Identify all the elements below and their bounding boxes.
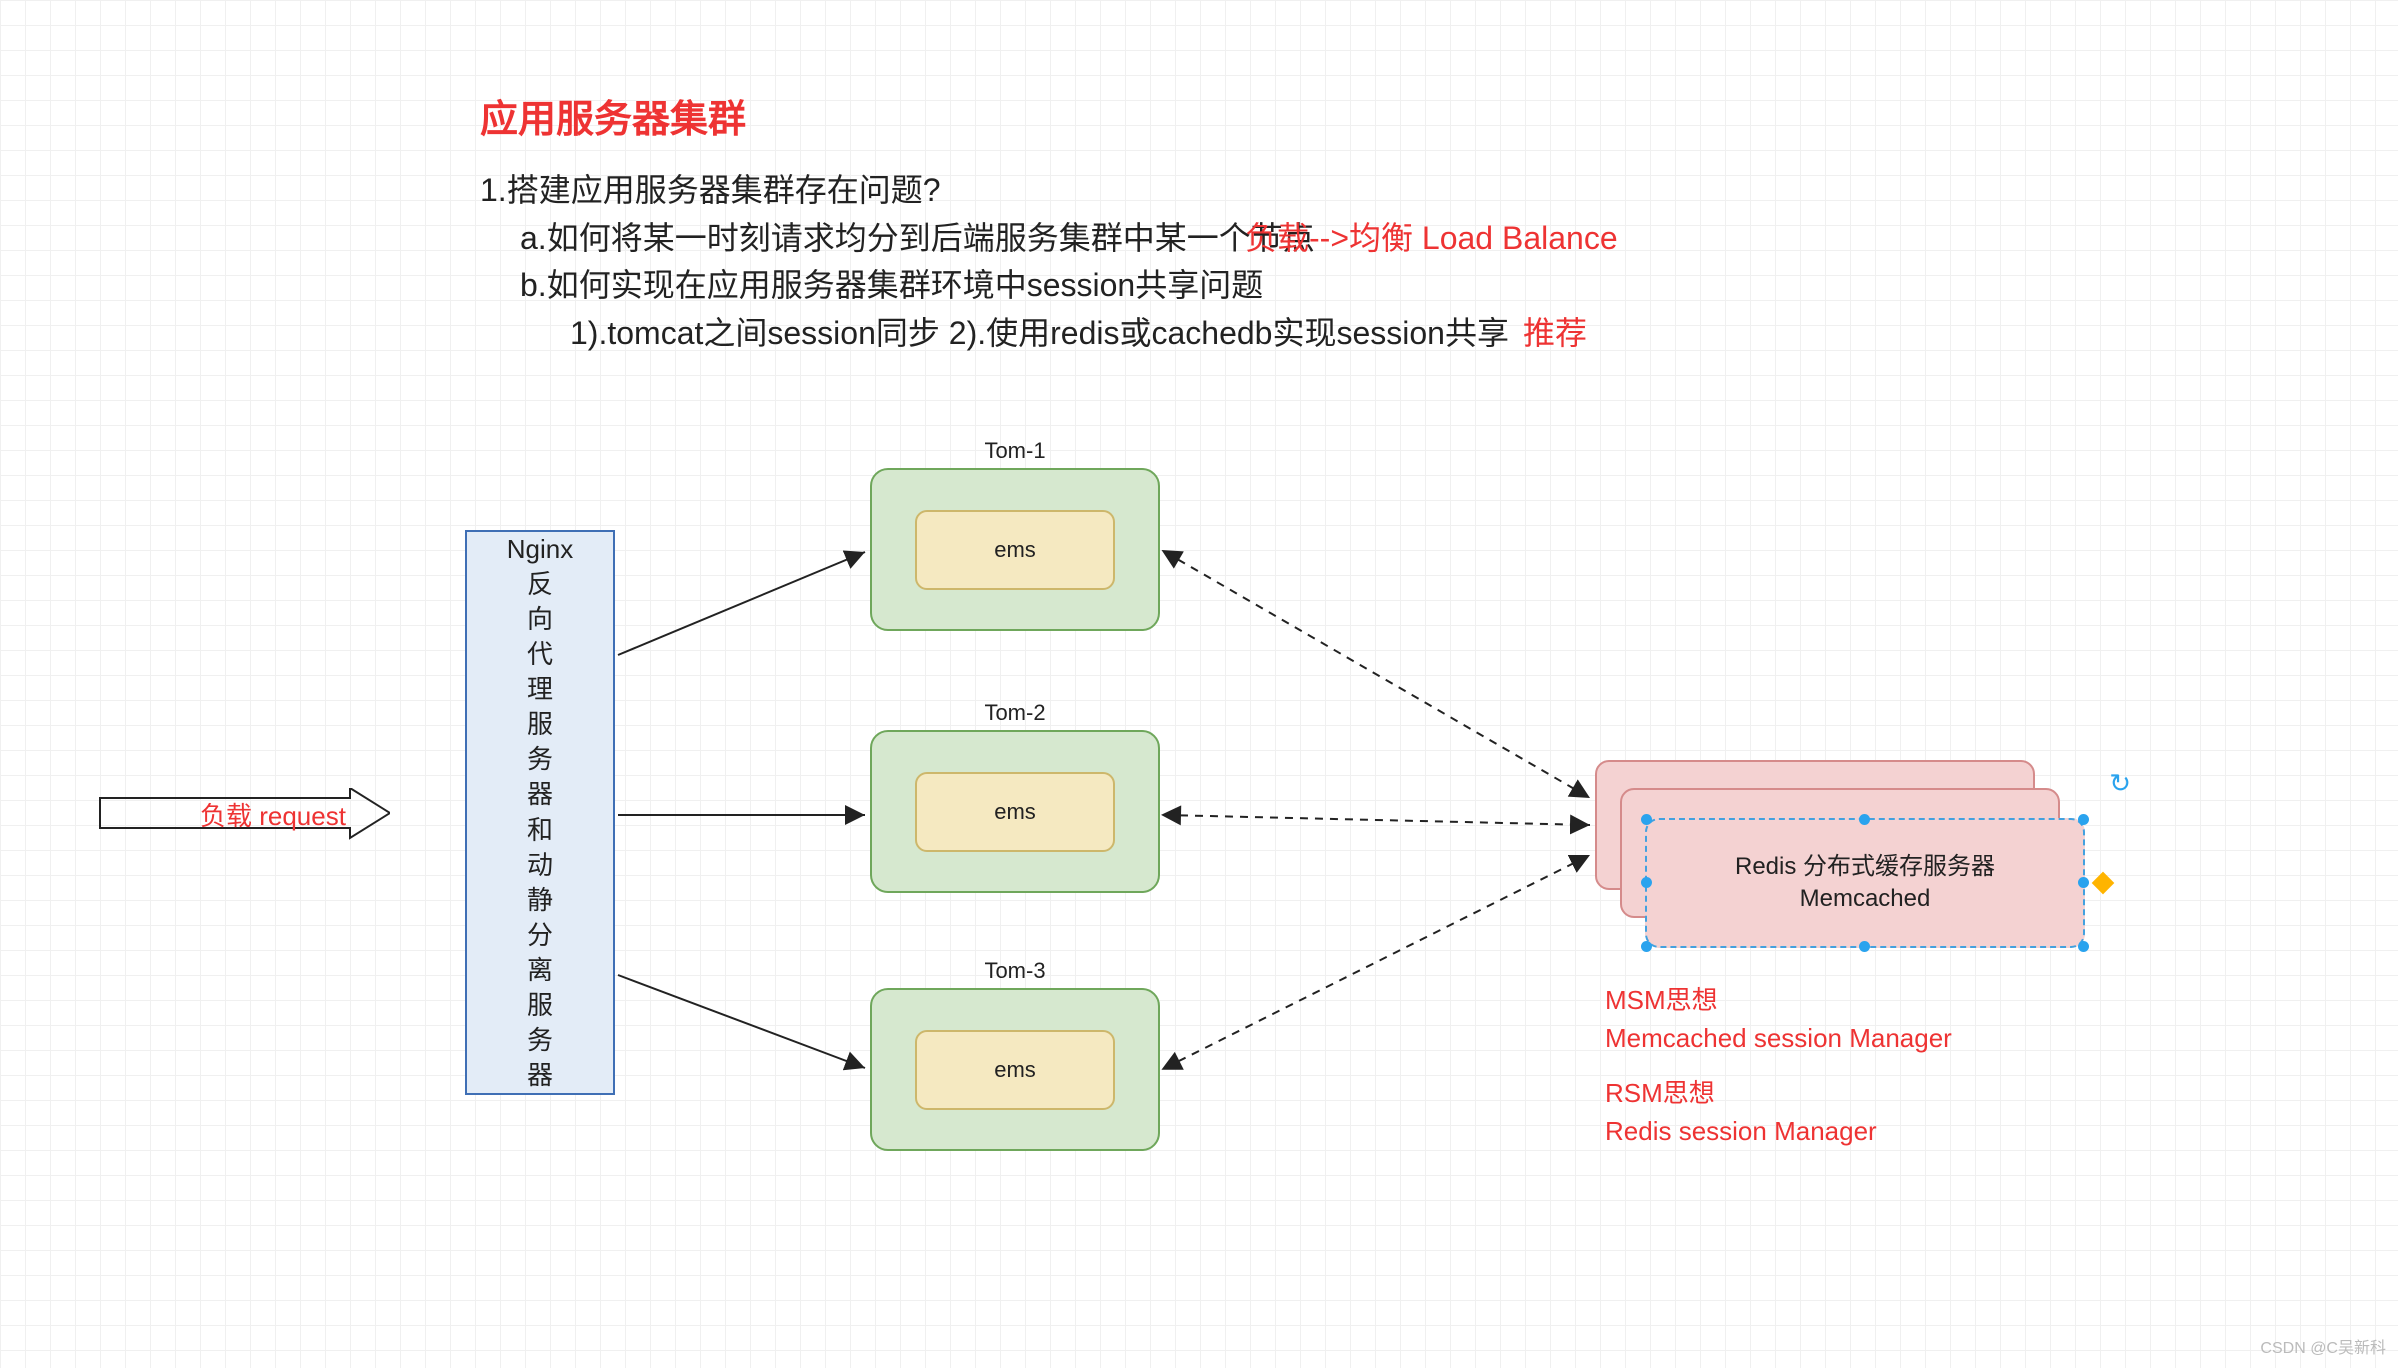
redis-box-selected[interactable]: Redis 分布式缓存服务器 Memcached ↻ [1645, 818, 2085, 948]
connector-lines [0, 0, 2398, 1368]
question-b: b.如何实现在应用服务器集群环境中session共享问题 [520, 260, 1263, 306]
tom-3-label: Tom-3 [870, 958, 1160, 984]
ems-box: ems [915, 1030, 1115, 1110]
tom-1-box: ems [870, 468, 1160, 631]
ems-box: ems [915, 510, 1115, 590]
ems-box: ems [915, 772, 1115, 852]
notes-block: MSM思想 Memcached session Manager RSM思想 Re… [1605, 982, 1952, 1151]
notes-rsm-title: RSM思想 [1605, 1075, 1952, 1113]
notes-msm-title: MSM思想 [1605, 982, 1952, 1020]
question-b1-highlight: 推荐 [1523, 308, 1587, 354]
notes-rsm-desc: Redis session Manager [1605, 1113, 1952, 1151]
question-a: a.如何将某一时刻请求均分到后端服务集群中某一个节点 [520, 213, 1315, 259]
reload-icon[interactable]: ↻ [2109, 766, 2131, 801]
rotate-handle-icon[interactable] [2092, 872, 2115, 895]
tom-2-label: Tom-2 [870, 700, 1160, 726]
watermark: CSDN @C吴新科 [2260, 1334, 2386, 1358]
tom-2-box: ems [870, 730, 1160, 893]
question-1: 1.搭建应用服务器集群存在问题? [480, 165, 941, 211]
diagram-title: 应用服务器集群 [480, 88, 746, 143]
notes-msm-desc: Memcached session Manager [1605, 1020, 1952, 1058]
tom-1-label: Tom-1 [870, 438, 1160, 464]
redis-line-2: Memcached [1800, 883, 1931, 915]
question-b1: 1).tomcat之间session同步 2).使用redis或cachedb实… [570, 308, 1509, 354]
nginx-text: Nginx 反 向 代 理 服 务 器 和 动 静 分 离 服 务 器 [507, 532, 573, 1094]
request-label: 负载 request [200, 796, 346, 833]
question-a-highlight: 负载-->均衡 Load Balance [1245, 213, 1618, 259]
tom-3-box: ems [870, 988, 1160, 1151]
request-arrow: 负载 request [90, 788, 390, 848]
nginx-proxy-box: Nginx 反 向 代 理 服 务 器 和 动 静 分 离 服 务 器 [465, 530, 615, 1095]
redis-line-1: Redis 分布式缓存服务器 [1735, 851, 1995, 883]
